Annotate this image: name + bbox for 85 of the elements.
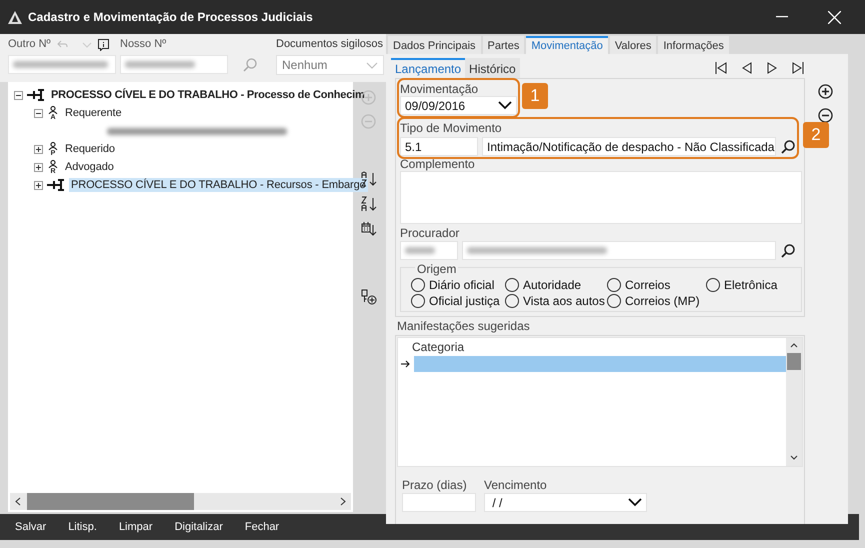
callout-number: 2 [803, 122, 829, 148]
person-icon [48, 106, 58, 114]
radio-option[interactable]: Correios [607, 278, 704, 292]
input-field[interactable]: 5.1 [400, 137, 478, 156]
field-label: Vencimento [484, 479, 547, 492]
search-icon[interactable] [780, 138, 796, 154]
scroll-down-icon[interactable] [790, 455, 798, 460]
callout-number: 1 [522, 83, 548, 109]
caret-icon[interactable] [628, 498, 642, 507]
last-record-icon[interactable] [792, 62, 804, 74]
dropdown[interactable]: Nenhum [276, 55, 384, 75]
scroll-up-icon[interactable] [790, 343, 798, 348]
field-label: Complemento [400, 158, 475, 171]
input-field[interactable] [120, 55, 228, 74]
expand-icon[interactable] [34, 144, 43, 154]
group-label: Origem [415, 262, 458, 276]
first-record-icon[interactable] [715, 62, 727, 74]
tree-item[interactable]: Requerente [63, 106, 124, 120]
person-icon [48, 160, 58, 168]
process-icon [47, 179, 65, 191]
add-icon[interactable] [818, 84, 832, 99]
key-add-icon[interactable] [360, 289, 376, 305]
tab[interactable]: Movimentação [526, 36, 608, 54]
previous-record-icon[interactable] [742, 62, 752, 74]
remove-icon[interactable] [818, 108, 832, 123]
window-title: Cadastro e Movimentação de Processos Judiciais [28, 10, 314, 24]
section-label: Manifestações sugeridas [397, 320, 530, 333]
tab[interactable]: Dados Principais [388, 36, 481, 54]
collapse-icon[interactable] [34, 108, 43, 118]
app-logo-icon [8, 10, 22, 24]
tree-item[interactable]: Advogado [63, 160, 116, 174]
column-header: Categoria [411, 339, 464, 356]
tab[interactable]: Partes [482, 36, 524, 54]
person-icon [48, 142, 58, 150]
next-record-icon[interactable] [767, 62, 777, 74]
note-icon[interactable] [98, 38, 109, 50]
scroll-right-icon[interactable] [340, 497, 346, 506]
row-pointer-icon [401, 360, 411, 368]
field-label: Procurador [400, 227, 460, 240]
radio-option[interactable]: Autoridade [505, 278, 605, 292]
input-field[interactable] [402, 493, 476, 512]
horizontal-scrollbar[interactable] [10, 493, 351, 510]
field-label: Outro Nº [8, 38, 51, 51]
process-icon [27, 89, 45, 101]
expand-icon[interactable] [34, 162, 43, 172]
calendar-sort-icon[interactable] [360, 221, 376, 237]
tree-item[interactable]: PROCESSO CÍVEL E DO TRABALHO - Processo de Conhecim [49, 88, 367, 102]
caret-icon[interactable] [498, 101, 512, 110]
date-dropdown[interactable]: / / [484, 493, 647, 512]
field-label: Tipo de Movimento [400, 122, 502, 135]
minimize-icon[interactable] [776, 16, 788, 18]
input-field[interactable] [462, 241, 776, 260]
collapse-icon[interactable] [14, 90, 23, 100]
field-label: Prazo (dias) [402, 479, 467, 492]
input-field[interactable] [400, 241, 458, 260]
input-field[interactable]: Intimação/Notificação de despacho - Não Classificada [482, 137, 776, 156]
action-button[interactable]: Limpar [118, 521, 153, 533]
date-dropdown[interactable]: 09/09/2016 [400, 96, 517, 115]
tree-item[interactable]: Requerido [63, 142, 117, 156]
sort-descending-icon[interactable] [360, 196, 376, 212]
field-label: Movimentação [400, 83, 478, 96]
radio-option[interactable]: Vista aos autos [505, 294, 605, 308]
action-button[interactable]: Salvar [15, 521, 46, 533]
close-icon[interactable] [828, 10, 840, 24]
action-button[interactable]: Digitalizar [174, 521, 223, 533]
radio-option[interactable]: Diário oficial [411, 278, 503, 292]
tab[interactable]: Informações [658, 36, 729, 54]
tree-item[interactable]: PROCESSO CÍVEL E DO TRABALHO - Recursos - Embargo [69, 178, 368, 192]
radio-option[interactable]: Eletrônica [706, 278, 794, 292]
action-button[interactable]: Litisp. [68, 521, 97, 533]
field-label: Nosso Nº [120, 38, 168, 51]
radio-option[interactable]: Correios (MP) [607, 294, 704, 308]
scroll-left-icon[interactable] [15, 497, 21, 506]
expand-icon[interactable] [34, 180, 43, 190]
input-field[interactable] [8, 55, 116, 74]
field-label: Documentos sigilosos [276, 38, 384, 51]
vertical-scrollbar[interactable] [786, 338, 802, 466]
radio-option[interactable]: Oficial justiça [411, 294, 503, 308]
action-button[interactable]: Fechar [244, 521, 280, 533]
scrollbar-thumb[interactable] [27, 493, 194, 510]
tab[interactable]: Valores [610, 36, 656, 54]
scrollbar-thumb[interactable] [787, 353, 801, 370]
tab[interactable]: Lançamento [391, 58, 466, 78]
search-icon[interactable] [780, 242, 796, 258]
tab[interactable]: Histórico [465, 58, 520, 78]
